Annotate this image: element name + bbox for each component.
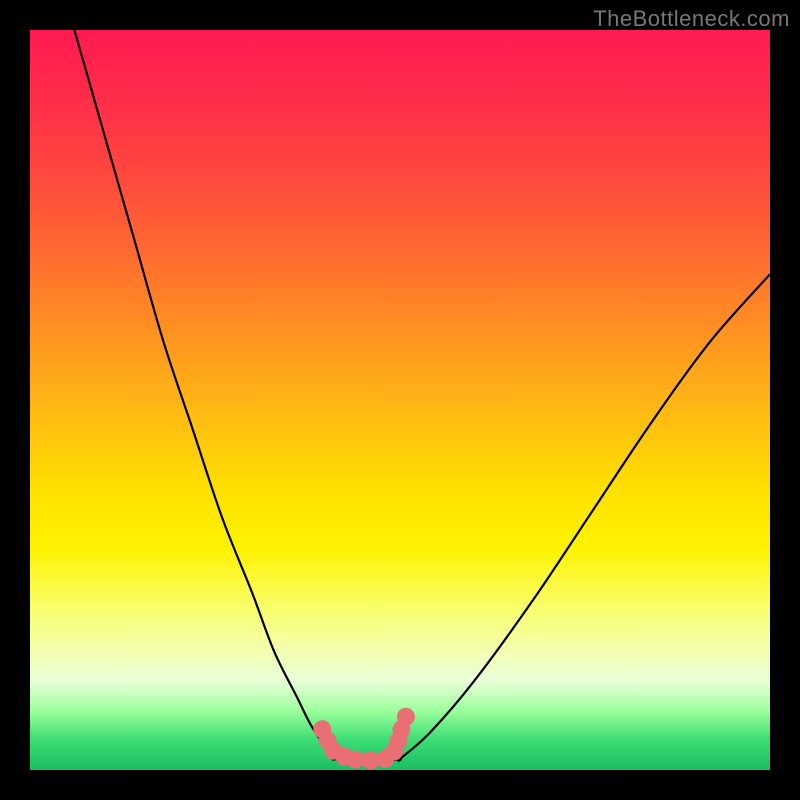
chart-frame: TheBottleneck.com — [0, 0, 800, 800]
curve-group — [74, 30, 770, 763]
watermark-text: TheBottleneck.com — [593, 6, 790, 32]
highlight-dot — [397, 708, 415, 726]
curve-svg — [30, 30, 770, 770]
bottleneck-curve — [74, 30, 770, 763]
plot-area — [30, 30, 770, 770]
